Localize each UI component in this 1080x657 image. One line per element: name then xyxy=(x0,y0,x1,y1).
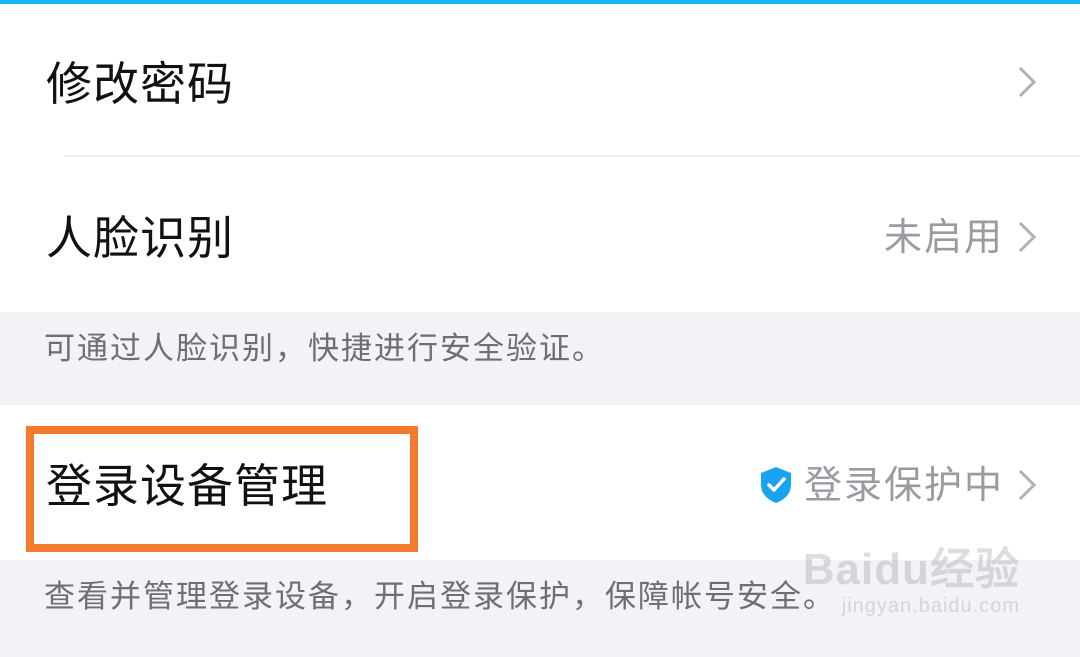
change-password-row[interactable]: 修改密码 xyxy=(0,4,1080,157)
chevron-right-icon xyxy=(1018,66,1037,98)
chevron-right-icon xyxy=(1018,221,1037,253)
baidu-watermark: Baidu经验 jingyan.baidu.com xyxy=(802,545,1020,617)
watermark-sub-text: jingyan.baidu.com xyxy=(841,595,1020,617)
face-recognition-row[interactable]: 人脸识别 未启用 xyxy=(0,157,1080,312)
shield-check-icon xyxy=(760,467,791,503)
watermark-main-text: Baidu经验 xyxy=(802,545,1020,594)
highlight-annotation-box xyxy=(26,426,418,552)
device-management-right: 登录保护中 xyxy=(758,465,1040,505)
chevron-right-icon xyxy=(1018,469,1037,501)
device-management-hint: 查看并管理登录设备，开启登录保护，保障帐号安全。 xyxy=(44,579,836,615)
face-recognition-label: 人脸识别 xyxy=(46,211,234,265)
change-password-right xyxy=(1014,62,1040,102)
device-management-status: 登录保护中 xyxy=(803,463,1004,507)
face-recognition-hint: 可通过人脸识别，快捷进行安全验证。 xyxy=(44,331,605,367)
face-recognition-right: 未启用 xyxy=(884,217,1040,257)
change-password-label: 修改密码 xyxy=(46,57,234,111)
face-recognition-status: 未启用 xyxy=(883,215,1004,259)
